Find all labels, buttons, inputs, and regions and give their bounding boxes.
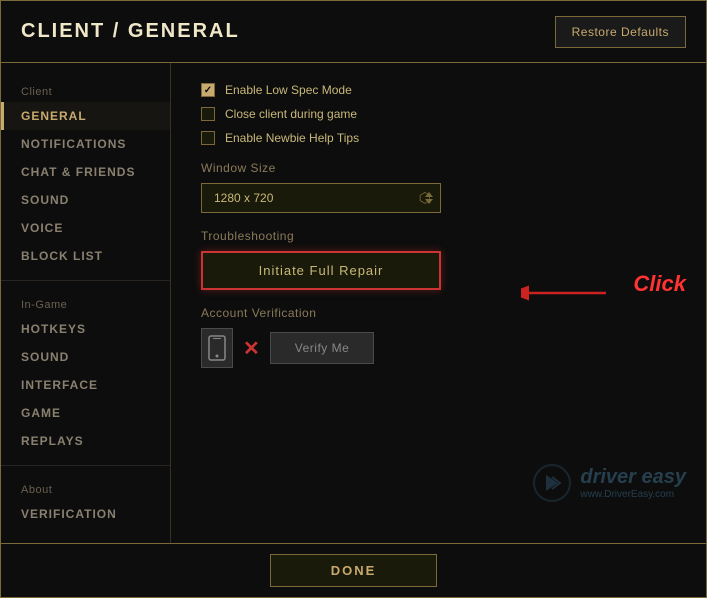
low-spec-checkbox-label[interactable]: Enable Low Spec Mode — [201, 83, 352, 97]
sidebar-section-ingame: In-Game — [1, 291, 170, 315]
watermark-brand-name: driver easy — [580, 466, 686, 489]
account-verification-label: Account Verification — [201, 306, 676, 320]
close-client-label: Close client during game — [225, 107, 357, 121]
watermark: driver easy www.DriverEasy.com — [532, 463, 686, 503]
sidebar-item-sound-client[interactable]: SOUND — [1, 186, 170, 214]
title-prefix: CLIENT / — [21, 20, 128, 42]
sidebar-section-about: About — [1, 476, 170, 500]
sidebar-item-chat-friends[interactable]: CHAT & FRIENDS — [1, 158, 170, 186]
x-mark-icon: ✕ — [243, 336, 260, 361]
restore-defaults-button[interactable]: Restore Defaults — [555, 16, 686, 48]
window-size-select[interactable]: 1280 x 720 1920 x 1080 1024 x 768 — [201, 183, 441, 213]
footer: DONE — [1, 543, 706, 597]
sidebar-section-client: Client — [1, 78, 170, 102]
click-annotation: Click — [633, 271, 686, 297]
window-size-select-wrapper: 1280 x 720 1920 x 1080 1024 x 768 — [201, 183, 441, 213]
newbie-tips-checkbox-label[interactable]: Enable Newbie Help Tips — [201, 131, 359, 145]
setting-newbie-tips: Enable Newbie Help Tips — [201, 131, 676, 145]
content-area: Enable Low Spec Mode Close client during… — [171, 63, 706, 543]
watermark-text: driver easy www.DriverEasy.com — [580, 466, 686, 500]
click-arrow-icon — [521, 278, 611, 308]
verify-me-button[interactable]: Verify Me — [270, 332, 375, 364]
sidebar-item-block-list[interactable]: BLOCK LIST — [1, 242, 170, 270]
title-bold: GENERAL — [128, 20, 240, 42]
watermark-url: www.DriverEasy.com — [580, 489, 686, 500]
initiate-repair-button[interactable]: Initiate Full Repair — [201, 251, 441, 290]
setting-close-client: Close client during game — [201, 107, 676, 121]
close-client-checkbox[interactable] — [201, 107, 215, 121]
troubleshooting-label: Troubleshooting — [201, 229, 676, 243]
sidebar: Client GENERAL NOTIFICATIONS CHAT & FRIE… — [1, 63, 171, 543]
close-client-checkbox-label[interactable]: Close client during game — [201, 107, 357, 121]
header: CLIENT / GENERAL Restore Defaults — [1, 1, 706, 63]
sidebar-divider — [1, 280, 170, 281]
page-title: CLIENT / GENERAL — [21, 20, 240, 43]
sidebar-item-replays[interactable]: REPLAYS — [1, 427, 170, 455]
sidebar-item-notifications[interactable]: NOTIFICATIONS — [1, 130, 170, 158]
sidebar-item-general[interactable]: GENERAL — [1, 102, 170, 130]
sidebar-item-sound-ingame[interactable]: SOUND — [1, 343, 170, 371]
phone-icon — [201, 328, 233, 368]
main-layout: Client GENERAL NOTIFICATIONS CHAT & FRIE… — [1, 63, 706, 543]
sidebar-divider-2 — [1, 465, 170, 466]
low-spec-label: Enable Low Spec Mode — [225, 83, 352, 97]
account-verification-row: ✕ Verify Me — [201, 328, 676, 368]
sidebar-item-interface[interactable]: INTERFACE — [1, 371, 170, 399]
sidebar-item-game[interactable]: GAME — [1, 399, 170, 427]
newbie-tips-label: Enable Newbie Help Tips — [225, 131, 359, 145]
done-button[interactable]: DONE — [270, 554, 438, 587]
sidebar-item-voice[interactable]: VOICE — [1, 214, 170, 242]
newbie-tips-checkbox[interactable] — [201, 131, 215, 145]
window-size-label: Window Size — [201, 161, 676, 175]
low-spec-checkbox[interactable] — [201, 83, 215, 97]
click-text: Click — [633, 271, 686, 296]
setting-low-spec: Enable Low Spec Mode — [201, 83, 676, 97]
driver-easy-logo — [532, 463, 572, 503]
sidebar-item-hotkeys[interactable]: HOTKEYS — [1, 315, 170, 343]
sidebar-item-verification[interactable]: VERIFICATION — [1, 500, 170, 528]
